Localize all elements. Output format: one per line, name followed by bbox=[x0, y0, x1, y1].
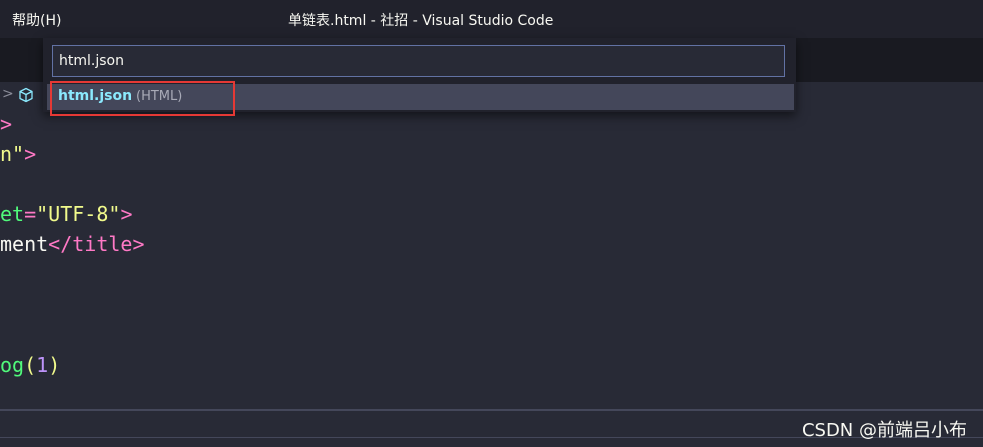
code-token: > bbox=[132, 232, 145, 256]
code-line-5: og(1) bbox=[0, 353, 60, 377]
chevron-right-icon: > bbox=[2, 86, 14, 102]
code-token: 1 bbox=[36, 353, 49, 377]
quick-open-widget: html.json (HTML) bbox=[43, 38, 796, 112]
code-editor[interactable]: > n"> et="UTF-8"> ment</title> og(1) bbox=[0, 108, 983, 408]
code-token: "UTF-8" bbox=[36, 202, 121, 226]
title-bar: 帮助(H) 单链表.html - 社招 - Visual Studio Code bbox=[0, 0, 983, 38]
result-detail: (HTML) bbox=[136, 89, 183, 104]
quick-open-result[interactable]: html.json (HTML) bbox=[47, 84, 794, 110]
code-token: = bbox=[24, 202, 37, 226]
quick-open-input[interactable] bbox=[52, 45, 785, 77]
code-line-4: ment</title> bbox=[0, 232, 145, 256]
result-label: html.json bbox=[58, 88, 133, 104]
code-token: ( bbox=[24, 353, 37, 377]
code-token: et bbox=[0, 202, 25, 226]
code-token: > bbox=[0, 112, 13, 136]
code-token: og bbox=[0, 353, 25, 377]
code-token: > bbox=[120, 202, 133, 226]
watermark: CSDN @前端吕小布 bbox=[801, 420, 967, 441]
window-title: 单链表.html - 社招 - Visual Studio Code bbox=[288, 13, 554, 29]
code-line-3: et="UTF-8"> bbox=[0, 202, 132, 226]
code-line-1: > bbox=[0, 112, 12, 136]
code-line-2: n"> bbox=[0, 142, 36, 166]
code-token: ment bbox=[0, 232, 49, 256]
code-token: > bbox=[24, 142, 37, 166]
cube-icon bbox=[19, 87, 33, 103]
code-token: ) bbox=[48, 353, 61, 377]
code-token: </ bbox=[48, 232, 73, 256]
menu-help[interactable]: 帮助(H) bbox=[12, 10, 61, 30]
code-token: title bbox=[72, 232, 133, 256]
code-token: n" bbox=[0, 142, 25, 166]
